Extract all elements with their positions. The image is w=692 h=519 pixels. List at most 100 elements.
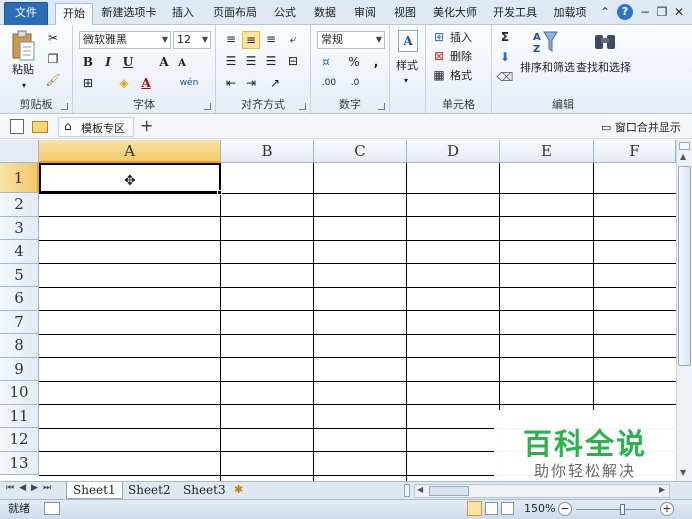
scroll-thumb[interactable] bbox=[678, 166, 691, 366]
row-header[interactable]: 8 bbox=[0, 334, 39, 358]
sheet-nav-icons[interactable]: ⏮◀▶⏭ bbox=[6, 483, 56, 493]
row-header[interactable]: 9 bbox=[0, 357, 39, 381]
zoom-slider-track[interactable] bbox=[576, 509, 656, 510]
number-format-combo[interactable]: 常规 ▼ bbox=[317, 31, 385, 49]
fill-icon[interactable]: ⬇ bbox=[496, 49, 514, 67]
align-top-icon[interactable]: ≡ bbox=[222, 31, 240, 49]
row-header[interactable]: 1 bbox=[0, 163, 39, 193]
row-header[interactable]: 10 bbox=[0, 381, 39, 405]
decrease-indent-icon[interactable]: ⇤ bbox=[222, 75, 240, 93]
insert-cells-icon[interactable]: ⊞ bbox=[430, 29, 448, 47]
column-header-d[interactable]: D bbox=[407, 140, 500, 163]
scroll-up-icon[interactable]: ▲ bbox=[680, 152, 686, 161]
bold-button[interactable]: B bbox=[79, 54, 97, 72]
insert-cells-button[interactable]: 插入 bbox=[450, 30, 472, 46]
format-cells-icon[interactable]: ▦ bbox=[430, 67, 448, 85]
decrease-decimal-button[interactable]: .0 bbox=[343, 75, 367, 93]
zoom-slider-thumb[interactable] bbox=[620, 504, 625, 515]
scroll-down-icon[interactable]: ▼ bbox=[680, 468, 686, 477]
find-select-icon[interactable] bbox=[592, 29, 618, 55]
add-tab-button[interactable]: + bbox=[140, 116, 153, 135]
tab-new-tab[interactable]: 新建选项卡 bbox=[98, 3, 160, 25]
tab-data[interactable]: 数据 bbox=[308, 3, 342, 25]
font-color-button[interactable]: A bbox=[137, 75, 155, 93]
tab-addins[interactable]: 加载项 bbox=[548, 3, 592, 25]
scroll-left-icon[interactable]: ◀ bbox=[417, 485, 423, 494]
increase-decimal-button[interactable]: .00 bbox=[317, 75, 341, 93]
styles-button[interactable]: 样式 bbox=[396, 58, 418, 74]
grow-font-button[interactable]: A bbox=[155, 54, 173, 72]
zoom-level[interactable]: 150% bbox=[524, 500, 555, 518]
tab-page-layout[interactable]: 页面布局 bbox=[208, 3, 262, 25]
insert-sheet-icon[interactable]: ✱ bbox=[234, 483, 243, 496]
scroll-right-icon[interactable]: ▶ bbox=[659, 485, 665, 494]
sort-filter-button[interactable]: 排序和筛选 bbox=[520, 60, 575, 76]
minimize-icon[interactable]: − bbox=[638, 4, 652, 20]
horizontal-scroll-thumb[interactable] bbox=[429, 486, 469, 496]
page-break-view-icon[interactable] bbox=[501, 502, 514, 515]
tab-split-handle[interactable] bbox=[404, 484, 410, 497]
tab-view[interactable]: 视图 bbox=[388, 3, 422, 25]
cut-icon[interactable]: ✂ bbox=[44, 30, 62, 48]
number-launcher-icon[interactable] bbox=[378, 103, 385, 110]
underline-button[interactable]: U bbox=[119, 54, 137, 72]
row-header[interactable]: 6 bbox=[0, 287, 39, 311]
split-box[interactable] bbox=[679, 142, 690, 150]
currency-icon[interactable]: ¤ bbox=[317, 54, 335, 72]
autosum-button[interactable]: Σ bbox=[496, 29, 514, 47]
tab-review[interactable]: 审阅 bbox=[348, 3, 382, 25]
tab-developer[interactable]: 开发工具 bbox=[488, 3, 542, 25]
close-icon[interactable]: ✕ bbox=[672, 4, 686, 20]
align-middle-icon[interactable]: ≡ bbox=[242, 31, 260, 49]
align-center-icon[interactable]: ☰ bbox=[242, 53, 260, 71]
macro-record-icon[interactable] bbox=[44, 502, 60, 515]
column-header-a[interactable]: A bbox=[39, 140, 221, 163]
format-painter-icon[interactable]: 🖌 bbox=[44, 72, 62, 90]
cell-styles-icon[interactable]: A bbox=[398, 30, 418, 52]
sort-filter-icon[interactable]: AZ bbox=[532, 29, 558, 55]
wrap-text-icon[interactable]: ⤶ bbox=[284, 31, 302, 49]
zoom-in-button[interactable]: + bbox=[660, 502, 674, 516]
increase-indent-icon[interactable]: ⇥ bbox=[242, 75, 260, 93]
shrink-font-button[interactable]: A bbox=[173, 56, 191, 74]
help-icon[interactable]: ? bbox=[617, 4, 633, 20]
column-header-f[interactable]: F bbox=[594, 140, 676, 163]
tab-file[interactable]: 文件 bbox=[4, 2, 48, 25]
new-document-icon[interactable] bbox=[10, 119, 24, 134]
horizontal-scrollbar[interactable]: ◀ ▶ bbox=[414, 484, 670, 498]
font-size-combo[interactable]: 12 ▼ bbox=[173, 31, 211, 49]
merge-window-button[interactable]: ▭ 窗口合并显示 bbox=[601, 119, 681, 135]
tab-formulas[interactable]: 公式 bbox=[268, 3, 302, 25]
tab-home[interactable]: 开始 bbox=[55, 3, 93, 26]
tab-beautify-master[interactable]: 美化大师 bbox=[428, 3, 482, 25]
font-name-combo[interactable]: 微软雅黑 ▼ bbox=[79, 31, 171, 49]
delete-cells-icon[interactable]: ⊠ bbox=[430, 48, 448, 66]
find-select-button[interactable]: 查找和选择 bbox=[576, 60, 631, 76]
open-folder-icon[interactable] bbox=[32, 121, 48, 133]
fill-handle[interactable] bbox=[217, 190, 222, 195]
page-layout-view-icon[interactable] bbox=[485, 502, 498, 515]
restore-icon[interactable]: ❐ bbox=[655, 4, 669, 20]
normal-view-icon[interactable] bbox=[467, 501, 482, 516]
column-header-e[interactable]: E bbox=[500, 140, 594, 163]
zoom-out-button[interactable]: − bbox=[558, 502, 572, 516]
row-header[interactable]: 11 bbox=[0, 404, 39, 428]
copy-icon[interactable]: ❐ bbox=[44, 51, 62, 69]
paste-icon[interactable] bbox=[10, 30, 36, 62]
row-header[interactable]: 13 bbox=[0, 451, 39, 475]
tab-insert[interactable]: 插入 bbox=[166, 3, 200, 25]
column-header-c[interactable]: C bbox=[314, 140, 407, 163]
row-header[interactable]: 12 bbox=[0, 428, 39, 452]
paste-button[interactable]: 粘贴 bbox=[12, 62, 34, 78]
row-header[interactable]: 4 bbox=[0, 240, 39, 264]
clipboard-launcher-icon[interactable] bbox=[61, 103, 68, 110]
paste-dropdown-icon[interactable]: ▾ bbox=[22, 78, 26, 94]
row-header[interactable]: 7 bbox=[0, 310, 39, 334]
row-header[interactable]: 3 bbox=[0, 216, 39, 240]
vertical-scrollbar[interactable]: ▲ ▼ bbox=[676, 140, 692, 481]
row-header[interactable]: 2 bbox=[0, 193, 39, 217]
sheet-tab-1[interactable]: Sheet1 bbox=[66, 482, 123, 499]
italic-button[interactable]: I bbox=[99, 54, 117, 72]
font-launcher-icon[interactable] bbox=[204, 103, 211, 110]
clear-icon[interactable]: ⌫ bbox=[496, 69, 514, 87]
